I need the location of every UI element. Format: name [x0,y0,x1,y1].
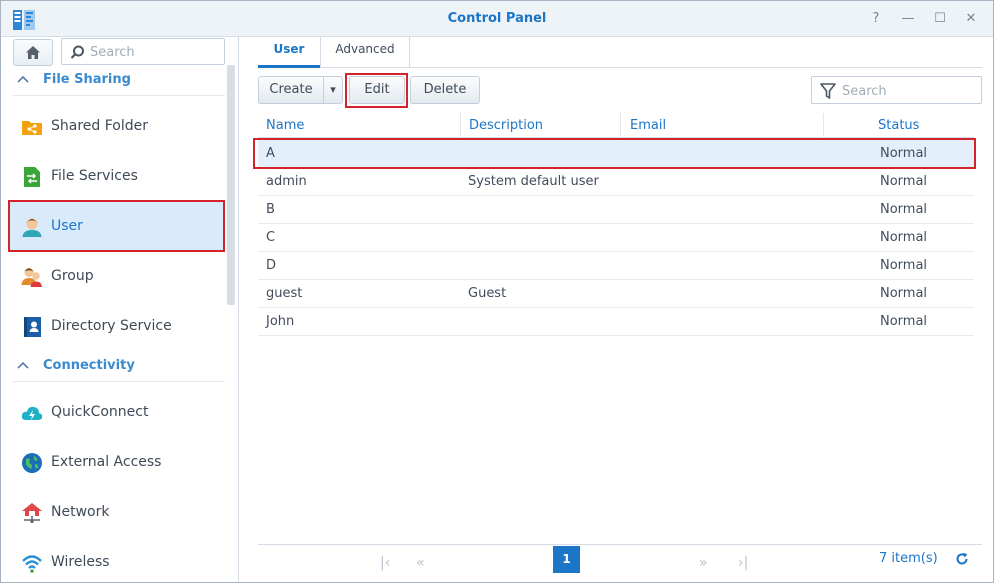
directory-service-icon [24,317,41,337]
table-row[interactable]: admin System default user Normal [258,168,974,196]
sidebar-item-external-access[interactable]: External Access [9,437,224,487]
grid-header: Name Description Email Status [258,113,974,138]
cell-name: admin [266,174,307,189]
maximize-icon[interactable]: ☐ [931,10,949,28]
table-row[interactable]: guest Guest Normal [258,280,974,308]
close-icon[interactable]: ✕ [962,10,980,28]
sidebar-item-label: Group [51,268,94,284]
network-icon [22,503,42,524]
sidebar-item-label: Directory Service [51,318,172,334]
section-label: File Sharing [43,72,131,87]
sidebar-item-label: File Services [51,168,138,184]
table-row[interactable]: C Normal [258,224,974,252]
column-header-email[interactable]: Email [630,118,666,133]
wireless-icon [22,555,42,573]
tab-user[interactable]: User [258,37,320,68]
sidebar-item-group[interactable]: Group [9,251,224,301]
column-header-status[interactable]: Status [878,118,919,133]
pagination-bar: |‹ « 1 » ›| 7 item(s) [258,544,982,579]
cell-status: Normal [880,314,928,329]
chevron-up-icon [17,75,29,83]
cell-name: John [266,314,295,329]
cell-name: C [266,230,276,245]
control-panel-window: Control Panel ? — ☐ ✕ File Sharing [0,0,994,583]
quickconnect-icon [21,406,43,420]
sidebar-item-file-services[interactable]: File Services [9,151,224,201]
user-search[interactable] [811,76,982,104]
section-connectivity[interactable]: Connectivity [13,356,225,382]
cell-description: Guest [468,286,507,301]
home-button[interactable] [13,39,53,66]
cell-status: Normal [880,174,928,189]
sidebar-scrollbar[interactable] [227,65,235,305]
delete-button[interactable]: Delete [410,76,480,104]
column-header-name[interactable]: Name [266,118,304,133]
cell-status: Normal [880,230,928,245]
section-file-sharing[interactable]: File Sharing [13,70,225,96]
cell-name: guest [266,286,303,301]
sidebar-item-user[interactable]: User [8,200,225,252]
column-divider[interactable] [620,113,621,138]
table-row[interactable]: B Normal [258,196,974,224]
sidebar-item-label: External Access [51,454,162,470]
column-divider[interactable] [823,113,824,138]
chevron-up-icon [17,361,29,369]
prev-page-icon[interactable]: « [416,555,425,571]
user-icon [22,218,42,237]
sidebar-item-wireless[interactable]: Wireless [9,537,224,582]
create-button[interactable]: Create [258,76,324,104]
cell-name: D [266,258,277,273]
sidebar-item-label: Network [51,504,110,520]
sidebar-item-quickconnect[interactable]: QuickConnect [9,387,224,437]
column-divider[interactable] [460,113,461,138]
first-page-icon[interactable]: |‹ [380,555,390,571]
create-dropdown-button[interactable]: ▾ [323,76,343,104]
user-search-input[interactable] [842,82,972,100]
sidebar-item-label: Wireless [51,554,110,570]
file-services-icon [24,167,40,187]
edit-button-highlight [345,73,408,108]
cell-status: Normal [880,258,928,273]
sidebar-item-directory-service[interactable]: Directory Service [9,301,224,351]
cell-name: B [266,202,275,217]
chevron-down-icon: ▾ [330,83,336,96]
refresh-icon[interactable] [955,552,969,566]
section-label: Connectivity [43,358,135,373]
sidebar-item-label: User [51,218,83,234]
sidebar-item-shared-folder[interactable]: Shared Folder [9,101,224,151]
tab-advanced[interactable]: Advanced [320,37,410,68]
sidebar-search-input[interactable] [90,43,216,61]
cell-description: System default user [468,174,599,189]
minimize-icon[interactable]: — [899,10,917,28]
cell-status: Normal [880,202,928,217]
table-row[interactable]: D Normal [258,252,974,280]
shared-folder-icon [22,121,42,135]
next-page-icon[interactable]: » [699,555,708,571]
items-count: 7 item(s) [879,551,938,566]
sidebar-item-label: Shared Folder [51,118,149,134]
tab-bar: User Advanced [258,37,982,68]
sidebar: File Sharing Shared Folder File Services [1,37,239,582]
cell-status: Normal [880,286,928,301]
sidebar-item-label: QuickConnect [51,404,149,420]
title-bar: Control Panel ? — ☐ ✕ [1,1,993,37]
table-row[interactable]: John Normal [258,308,974,336]
group-icon [21,268,42,287]
home-icon [26,46,40,59]
main-panel: User Advanced Create ▾ Edit Delete Name … [240,37,993,582]
sidebar-item-network[interactable]: Network [9,487,224,537]
external-access-icon [22,453,42,473]
help-icon[interactable]: ? [867,10,885,28]
current-page-button[interactable]: 1 [553,546,580,573]
window-title: Control Panel [447,11,547,26]
selected-row-highlight [253,138,976,169]
filter-icon [820,83,836,99]
sidebar-search[interactable] [61,38,225,65]
search-icon [70,45,84,59]
last-page-icon[interactable]: ›| [738,555,748,571]
column-header-description[interactable]: Description [469,118,543,133]
